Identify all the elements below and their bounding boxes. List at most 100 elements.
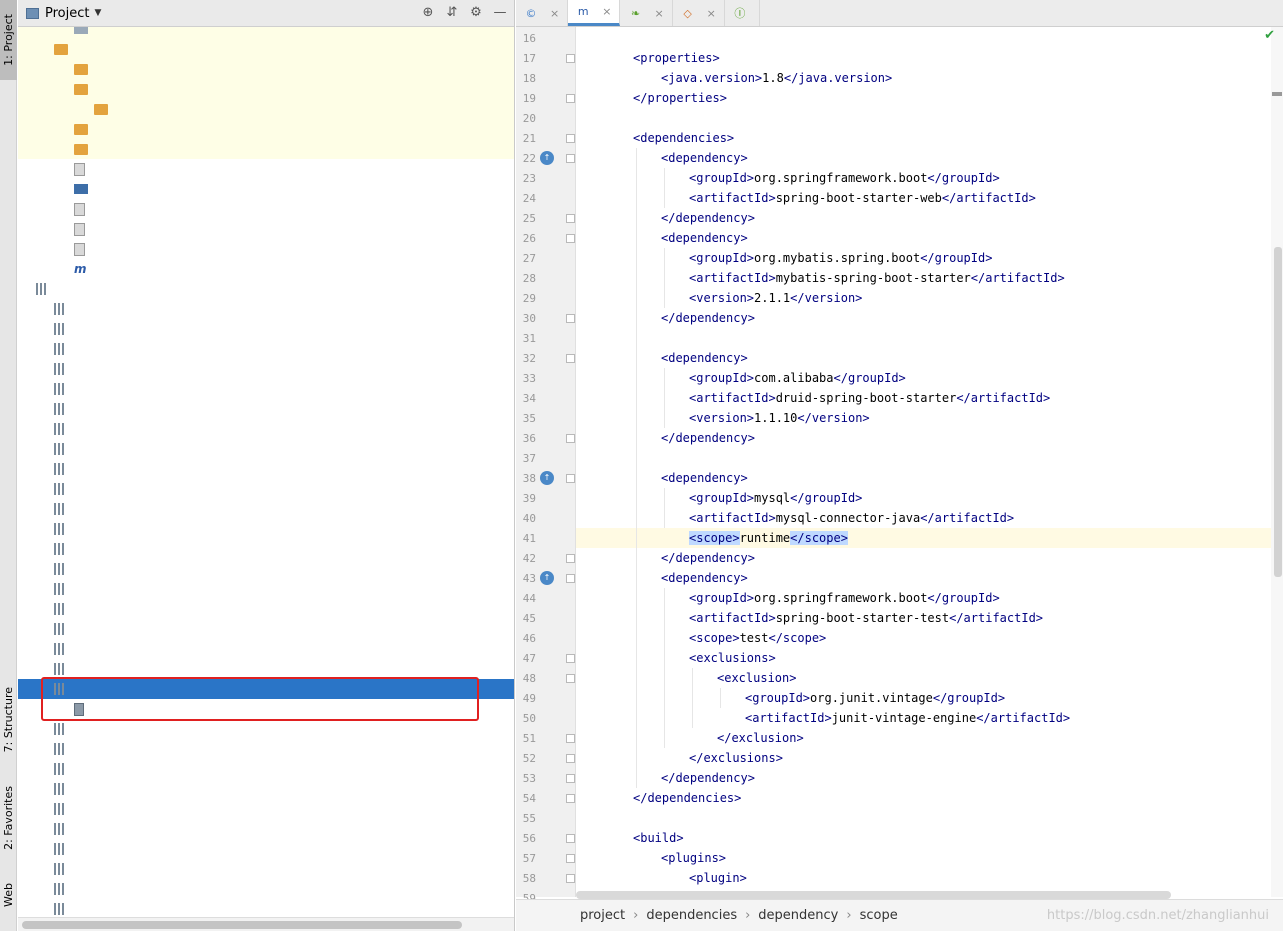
fold-marker-icon[interactable]	[566, 674, 575, 683]
close-icon[interactable]: ×	[707, 7, 716, 20]
code-line[interactable]: <scope>test</scope>	[576, 628, 1276, 648]
tree-row[interactable]	[18, 759, 514, 779]
code-line[interactable]: </dependency>	[576, 548, 1276, 568]
web-tool-tab[interactable]: Web	[0, 870, 17, 920]
code-line[interactable]	[576, 28, 1276, 48]
code-line[interactable]	[576, 108, 1276, 128]
tree-row[interactable]	[18, 239, 514, 259]
tree-row[interactable]	[18, 339, 514, 359]
breadcrumb-item-dependency[interactable]: dependency	[758, 908, 838, 923]
chevron-down-icon[interactable]: ▼	[94, 8, 101, 18]
editor-vertical-scrollbar[interactable]	[1271, 27, 1283, 897]
tree-row[interactable]	[18, 119, 514, 139]
code-line[interactable]: <scope>runtime</scope>	[576, 528, 1276, 548]
code-line[interactable]: <build>	[576, 828, 1276, 848]
breadcrumb-item-scope[interactable]: scope	[860, 908, 898, 923]
code-line[interactable]: </dependency>	[576, 208, 1276, 228]
tree-row[interactable]	[18, 39, 514, 59]
tree-row[interactable]	[18, 459, 514, 479]
editor-tab[interactable]: Ⓘ	[725, 0, 760, 26]
tree-row[interactable]	[18, 79, 514, 99]
tree-row[interactable]: m	[18, 259, 514, 279]
tree-row[interactable]	[18, 739, 514, 759]
tree-row[interactable]	[18, 379, 514, 399]
tree-row[interactable]	[18, 179, 514, 199]
structure-tool-tab[interactable]: 7: Structure	[0, 675, 17, 765]
tree-row[interactable]	[18, 139, 514, 159]
tree-row[interactable]	[18, 579, 514, 599]
tree-row[interactable]	[18, 439, 514, 459]
editor-tab[interactable]: © ×	[516, 0, 569, 26]
fold-marker-icon[interactable]	[566, 574, 575, 583]
fold-marker-icon[interactable]	[566, 854, 575, 863]
fold-marker-icon[interactable]	[566, 354, 575, 363]
tree-row[interactable]	[18, 219, 514, 239]
code-line[interactable]: </properties>	[576, 88, 1276, 108]
fold-marker-icon[interactable]	[566, 874, 575, 883]
code-line[interactable]: <plugins>	[576, 848, 1276, 868]
fold-marker-icon[interactable]	[566, 214, 575, 223]
code-line[interactable]: <dependency>	[576, 348, 1276, 368]
breadcrumb-item-dependencies[interactable]: dependencies	[646, 908, 737, 923]
tree-row[interactable]	[18, 899, 514, 917]
fold-marker-icon[interactable]	[566, 734, 575, 743]
favorites-tool-tab[interactable]: 2: Favorites	[0, 775, 17, 860]
tab-overflow-button[interactable]	[760, 0, 772, 26]
fold-marker-icon[interactable]	[566, 474, 575, 483]
code-line[interactable]: <artifactId>mysql-connector-java</artifa…	[576, 508, 1276, 528]
fold-marker-icon[interactable]	[566, 794, 575, 803]
code-line[interactable]: <dependency>	[576, 468, 1276, 488]
code-line[interactable]: </dependencies>	[576, 788, 1276, 808]
tree-row[interactable]	[18, 559, 514, 579]
tree-row[interactable]	[18, 399, 514, 419]
code-line[interactable]: <groupId>org.junit.vintage</groupId>	[576, 688, 1276, 708]
editor-tab[interactable]: ❧ ×	[620, 0, 673, 26]
tree-row[interactable]	[18, 539, 514, 559]
fold-marker-icon[interactable]	[566, 654, 575, 663]
tree-row[interactable]	[18, 99, 514, 119]
tree-row[interactable]	[18, 319, 514, 339]
editor-tab[interactable]: m ×	[568, 0, 621, 26]
code-area[interactable]: <properties> <java.version>1.8</java.vers…	[576, 27, 1276, 897]
code-line[interactable]: <dependency>	[576, 228, 1276, 248]
code-line[interactable]: <groupId>com.alibaba</groupId>	[576, 368, 1276, 388]
fold-marker-icon[interactable]	[566, 54, 575, 63]
tree-row[interactable]	[18, 159, 514, 179]
tree-row[interactable]	[18, 279, 514, 299]
override-gutter-icon[interactable]: ↑	[540, 571, 554, 585]
fold-marker-icon[interactable]	[566, 834, 575, 843]
fold-marker-icon[interactable]	[566, 134, 575, 143]
tree-row[interactable]	[18, 819, 514, 839]
override-gutter-icon[interactable]: ↑	[540, 151, 554, 165]
code-line[interactable]: <dependencies>	[576, 128, 1276, 148]
project-tool-tab[interactable]: 1: Project	[0, 0, 17, 80]
code-line[interactable]: </dependency>	[576, 428, 1276, 448]
close-icon[interactable]: ×	[602, 5, 611, 18]
editor-tab[interactable]: ◇ ×	[673, 0, 725, 26]
code-line[interactable]: <groupId>org.springframework.boot</group…	[576, 588, 1276, 608]
tree-row[interactable]	[18, 499, 514, 519]
code-line[interactable]	[576, 448, 1276, 468]
code-line[interactable]: </exclusion>	[576, 728, 1276, 748]
tree-row[interactable]	[18, 479, 514, 499]
tree-row[interactable]	[18, 619, 514, 639]
code-line[interactable]: <plugin>	[576, 868, 1276, 888]
fold-marker-icon[interactable]	[566, 94, 575, 103]
tree-row[interactable]	[18, 719, 514, 739]
tree-row[interactable]	[18, 859, 514, 879]
tree-row[interactable]	[18, 639, 514, 659]
code-line[interactable]: <properties>	[576, 48, 1276, 68]
code-line[interactable]: <groupId>org.mybatis.spring.boot</groupI…	[576, 248, 1276, 268]
tree-horizontal-scrollbar[interactable]	[18, 917, 514, 931]
tree-row[interactable]	[18, 659, 514, 679]
code-line[interactable]: <exclusion>	[576, 668, 1276, 688]
code-line[interactable]: <groupId>org.springframework.boot</group…	[576, 168, 1276, 188]
code-line[interactable]: <version>1.1.10</version>	[576, 408, 1276, 428]
code-line[interactable]: <version>2.1.1</version>	[576, 288, 1276, 308]
code-line[interactable]: </dependency>	[576, 308, 1276, 328]
locate-icon[interactable]: ⊕	[420, 5, 436, 20]
fold-marker-icon[interactable]	[566, 434, 575, 443]
fold-marker-icon[interactable]	[566, 554, 575, 563]
code-line[interactable]: <artifactId>druid-spring-boot-starter</a…	[576, 388, 1276, 408]
fold-marker-icon[interactable]	[566, 234, 575, 243]
